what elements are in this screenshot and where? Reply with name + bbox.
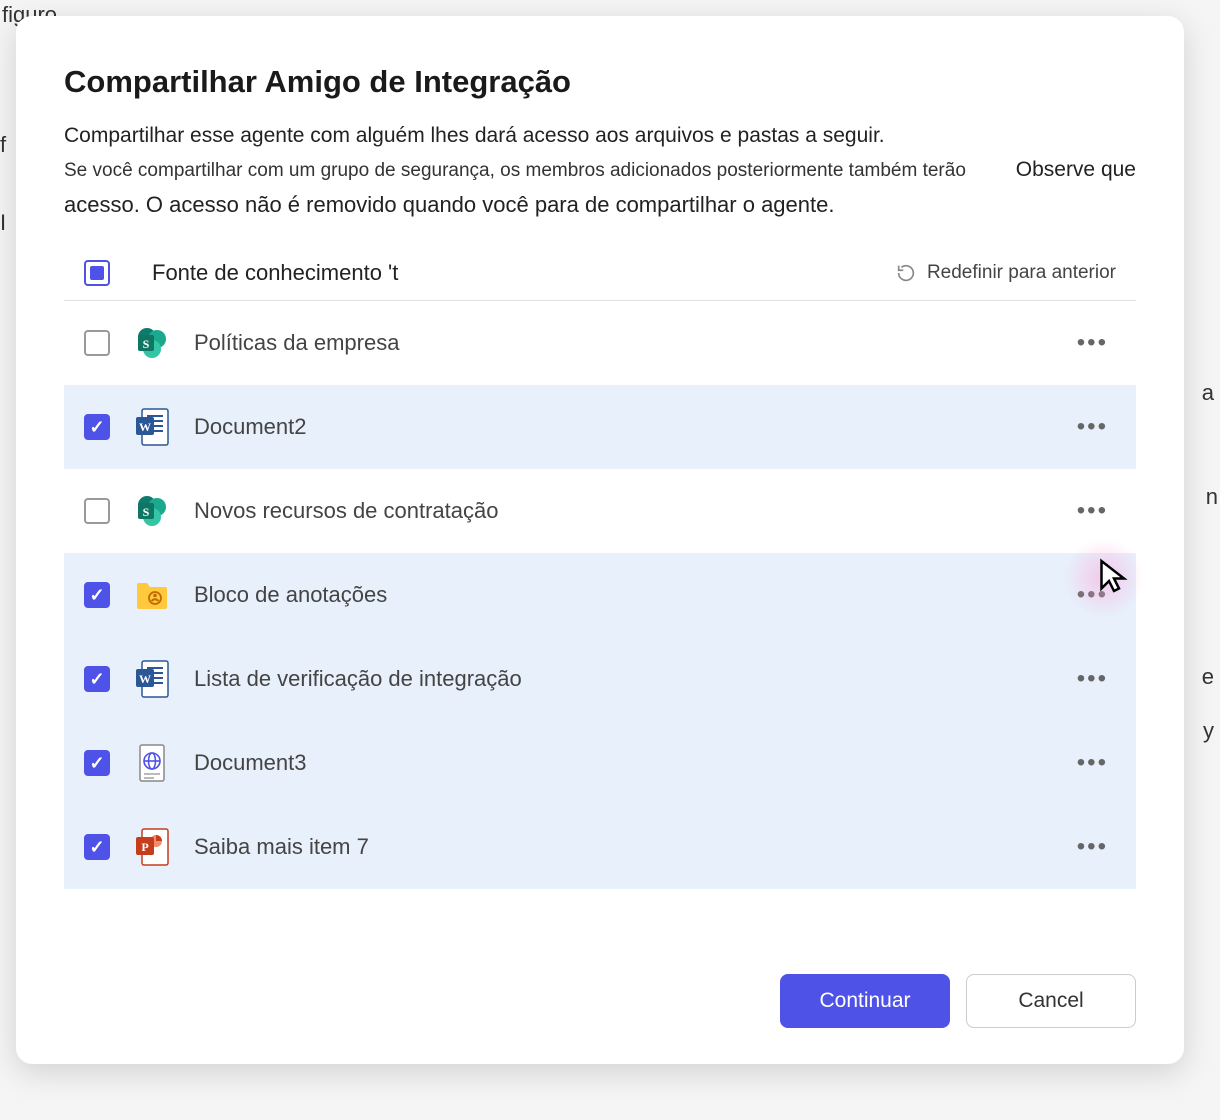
dialog-description-line3: acesso. O acesso não é removido quando v… bbox=[64, 192, 1136, 218]
dialog-title: Compartilhar Amigo de Integração bbox=[64, 64, 1136, 100]
more-options-button[interactable]: ••• bbox=[1069, 657, 1116, 701]
svg-text:W: W bbox=[139, 420, 151, 434]
item-checkbox[interactable] bbox=[84, 498, 110, 524]
continue-button[interactable]: Continuar bbox=[780, 974, 950, 1028]
svg-text:S: S bbox=[143, 505, 150, 519]
knowledge-source-header-label: Fonte de conhecimento 't bbox=[152, 260, 398, 286]
dialog-footer: Continuar Cancel bbox=[64, 974, 1136, 1028]
more-options-button[interactable]: ••• bbox=[1069, 405, 1116, 449]
backdrop-text: e bbox=[1202, 664, 1214, 690]
item-checkbox[interactable] bbox=[84, 750, 110, 776]
reset-icon bbox=[895, 262, 917, 284]
item-label: Saiba mais item 7 bbox=[194, 834, 369, 860]
list-item[interactable]: S Políticas da empresa ••• bbox=[64, 301, 1136, 385]
svg-text:P: P bbox=[141, 840, 148, 854]
reset-to-previous-button[interactable]: Redefinir para anterior bbox=[895, 262, 1116, 284]
word-icon: W bbox=[134, 659, 170, 699]
globe-icon bbox=[134, 743, 170, 783]
item-label: Document3 bbox=[194, 750, 307, 776]
list-item[interactable]: S Novos recursos de contratação ••• bbox=[64, 469, 1136, 553]
list-item[interactable]: Bloco de anotações ••• bbox=[64, 553, 1136, 637]
file-list-container: S Políticas da empresa ••• W Document2 ••• S No… bbox=[64, 301, 1136, 950]
item-label: Novos recursos de contratação bbox=[194, 498, 499, 524]
item-checkbox[interactable] bbox=[84, 834, 110, 860]
sharepoint-icon: S bbox=[134, 323, 170, 363]
list-item[interactable]: Document3 ••• bbox=[64, 721, 1136, 805]
item-checkbox[interactable] bbox=[84, 582, 110, 608]
item-checkbox[interactable] bbox=[84, 666, 110, 692]
item-checkbox[interactable] bbox=[84, 414, 110, 440]
backdrop-text: I bbox=[0, 210, 6, 236]
select-all-checkbox[interactable] bbox=[84, 260, 110, 286]
list-item[interactable]: W Document2 ••• bbox=[64, 385, 1136, 469]
item-label: Lista de verificação de integração bbox=[194, 666, 522, 692]
more-options-button[interactable]: ••• bbox=[1069, 489, 1116, 533]
item-label: Document2 bbox=[194, 414, 307, 440]
item-label: Políticas da empresa bbox=[194, 330, 399, 356]
more-options-button[interactable]: ••• bbox=[1069, 321, 1116, 365]
word-icon: W bbox=[134, 407, 170, 447]
item-checkbox[interactable] bbox=[84, 330, 110, 356]
dialog-description-note: Observe que bbox=[1016, 158, 1136, 182]
share-dialog: Compartilhar Amigo de Integração Compart… bbox=[16, 16, 1184, 1064]
list-item[interactable]: W Lista de verificação de integração ••• bbox=[64, 637, 1136, 721]
folder-icon bbox=[134, 575, 170, 615]
cancel-button[interactable]: Cancel bbox=[966, 974, 1136, 1028]
dialog-description-line2: Se você compartilhar com um grupo de seg… bbox=[64, 160, 966, 182]
svg-text:W: W bbox=[139, 672, 151, 686]
more-options-button[interactable]: ••• bbox=[1069, 741, 1116, 785]
more-options-button[interactable]: ••• bbox=[1069, 573, 1116, 617]
more-options-button[interactable]: ••• bbox=[1069, 825, 1116, 869]
reset-label: Redefinir para anterior bbox=[927, 262, 1116, 284]
list-header-row: Fonte de conhecimento 't Redefinir para … bbox=[64, 246, 1136, 301]
backdrop-text: a bbox=[1202, 380, 1214, 406]
list-item[interactable]: P Saiba mais item 7 ••• bbox=[64, 805, 1136, 889]
backdrop-text: y bbox=[1203, 718, 1214, 744]
powerpoint-icon: P bbox=[134, 827, 170, 867]
sharepoint-icon: S bbox=[134, 491, 170, 531]
backdrop-text: n bbox=[1206, 484, 1218, 510]
svg-text:S: S bbox=[143, 337, 150, 351]
item-label: Bloco de anotações bbox=[194, 582, 387, 608]
backdrop-text: f bbox=[0, 132, 6, 158]
dialog-description-line1: Compartilhar esse agente com alguém lhes… bbox=[64, 124, 1136, 148]
